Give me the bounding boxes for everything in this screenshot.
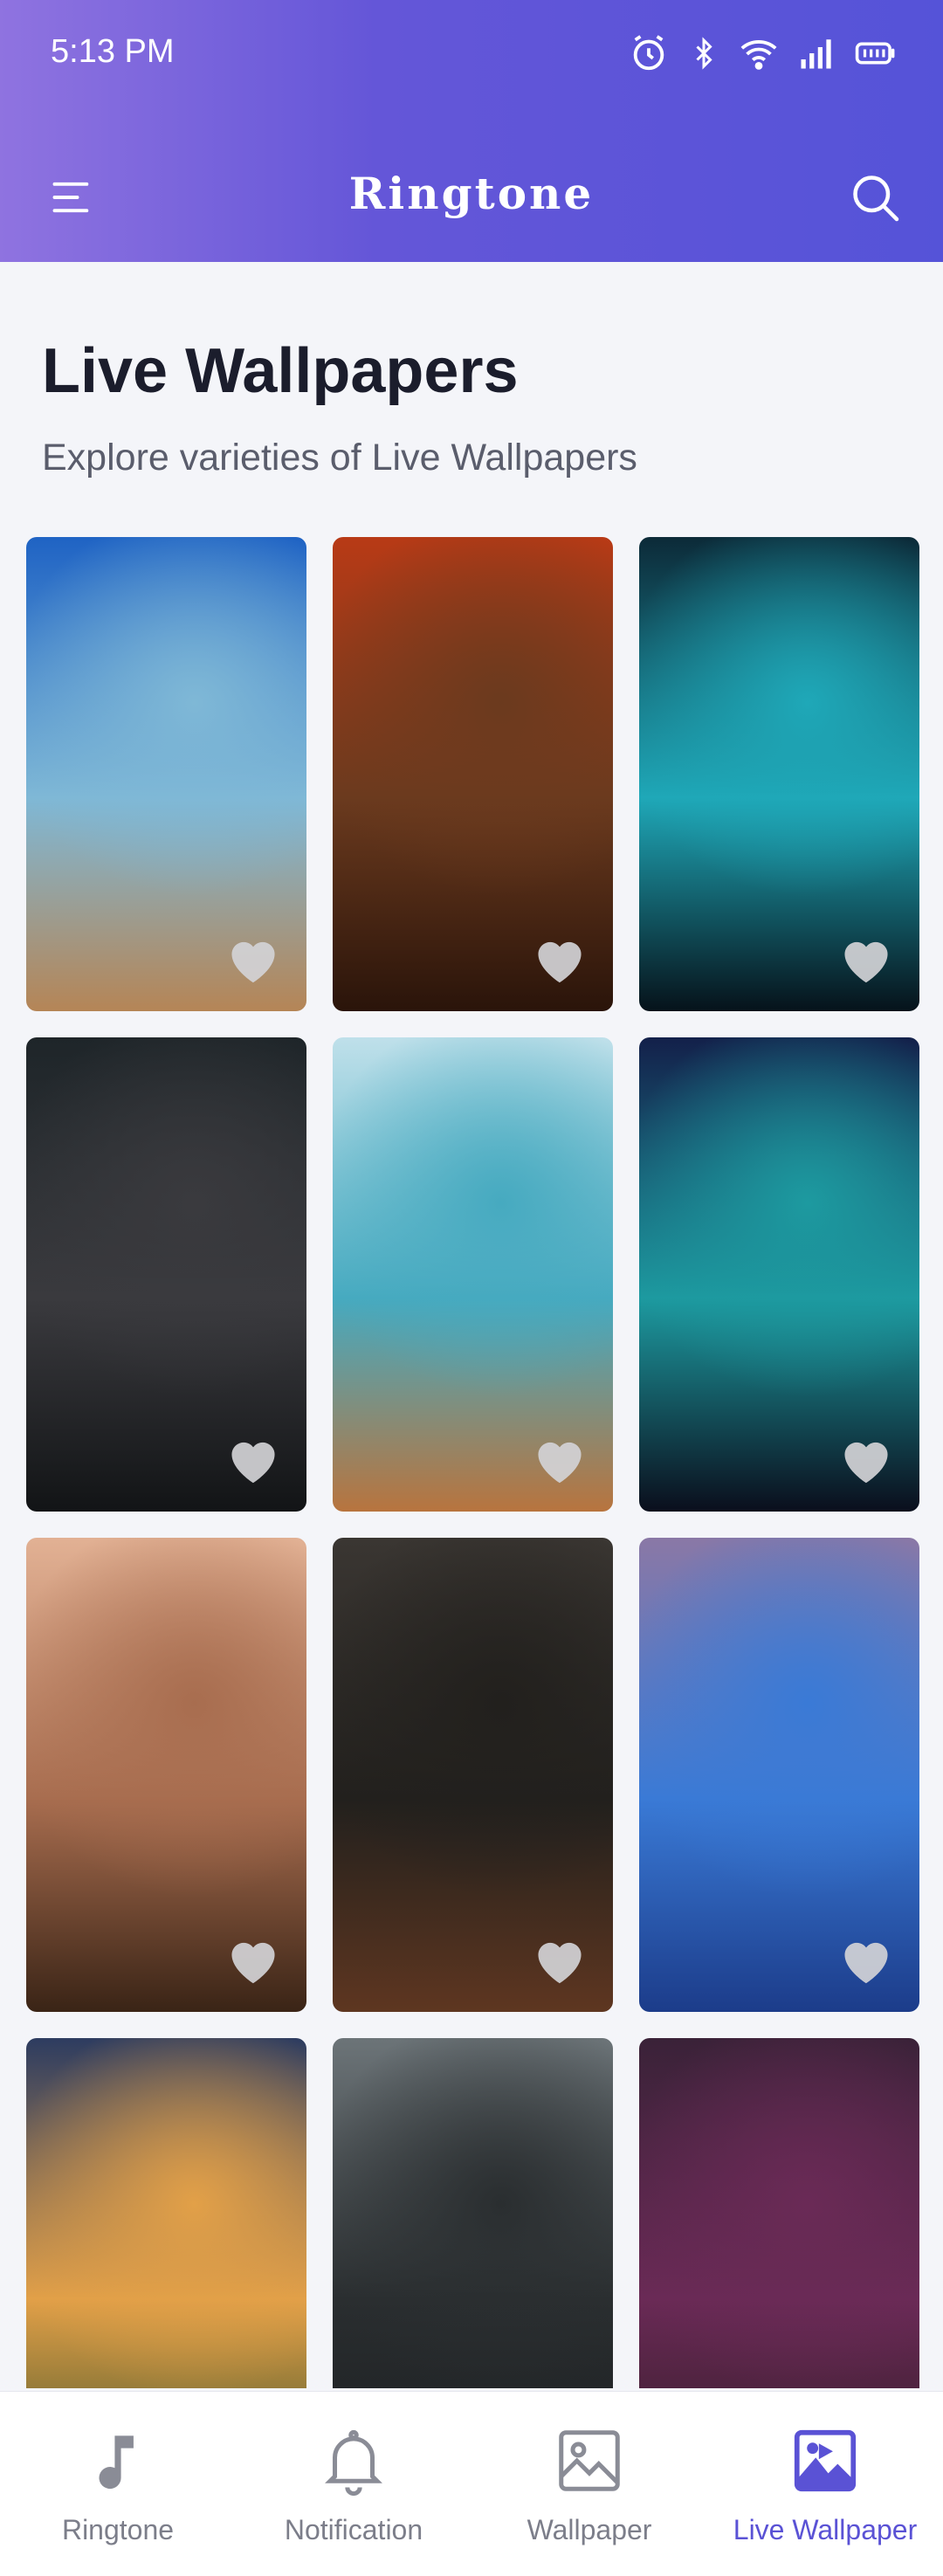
wallpaper-grid xyxy=(26,537,920,2388)
alarm-icon xyxy=(633,35,664,71)
page-subtitle: Explore varieties of Live Wallpapers xyxy=(42,437,637,479)
favorite-heart-icon[interactable] xyxy=(224,1933,282,1986)
app-header: 5:13 PM Ringtone xyxy=(0,0,943,262)
battery-icon xyxy=(855,42,895,65)
bluetooth-icon xyxy=(696,37,712,70)
wallpaper-card-butterfly-pebbles[interactable] xyxy=(26,1037,306,1512)
favorite-heart-icon[interactable] xyxy=(837,1933,895,1986)
wallpaper-card-sunset-boat[interactable] xyxy=(26,2038,306,2388)
music-note-icon xyxy=(80,2423,155,2498)
wallpaper-card-steaming-mug[interactable] xyxy=(333,1538,613,2012)
favorite-heart-icon[interactable] xyxy=(531,1433,589,1485)
wallpaper-card-glowing-canyon[interactable] xyxy=(639,537,919,1011)
favorite-heart-icon[interactable] xyxy=(531,933,589,985)
wallpaper-card-beach-wave[interactable] xyxy=(333,1037,613,1512)
live-wallpaper-icon xyxy=(788,2423,863,2498)
bottom-navigation: Ringtone Notification Wallpaper Live Wallpa… xyxy=(0,2391,943,2576)
nav-label: Live Wallpaper xyxy=(733,2514,918,2545)
wallpaper-card-race-car[interactable] xyxy=(333,2038,613,2388)
favorite-heart-icon[interactable] xyxy=(531,1933,589,1986)
page-title: Live Wallpapers xyxy=(42,336,519,406)
wallpaper-card-night-beach[interactable] xyxy=(639,1037,919,1512)
wallpaper-card-autumn-leaves-rain[interactable] xyxy=(333,537,613,1011)
wallpaper-card-ocean-waterfall[interactable] xyxy=(26,537,306,1011)
signal-icon xyxy=(801,39,831,69)
search-button[interactable] xyxy=(849,171,901,224)
nav-tab-live-wallpaper[interactable]: Live Wallpaper xyxy=(707,2392,943,2576)
bell-icon xyxy=(316,2423,391,2498)
nav-label: Notification xyxy=(284,2514,423,2545)
nav-tab-ringtone[interactable]: Ringtone xyxy=(0,2392,236,2576)
wifi-icon xyxy=(740,40,777,70)
status-time: 5:13 PM xyxy=(51,33,175,70)
nav-label: Ringtone xyxy=(61,2514,175,2545)
wallpaper-card-hooded-warrior[interactable] xyxy=(639,2038,919,2388)
status-icons xyxy=(629,33,898,73)
favorite-heart-icon[interactable] xyxy=(224,933,282,985)
favorite-heart-icon[interactable] xyxy=(837,1433,895,1485)
image-icon xyxy=(552,2423,627,2498)
nav-label: Wallpaper xyxy=(527,2514,652,2545)
wallpaper-card-rocky-blue-shore[interactable] xyxy=(639,1538,919,2012)
nav-tab-wallpaper[interactable]: Wallpaper xyxy=(472,2392,707,2576)
wallpaper-card-sunset-lake-boat[interactable] xyxy=(26,1538,306,2012)
favorite-heart-icon[interactable] xyxy=(224,1433,282,1485)
nav-tab-notification[interactable]: Notification xyxy=(236,2392,472,2576)
app-title: Ringtone xyxy=(348,168,595,219)
favorite-heart-icon[interactable] xyxy=(837,933,895,985)
